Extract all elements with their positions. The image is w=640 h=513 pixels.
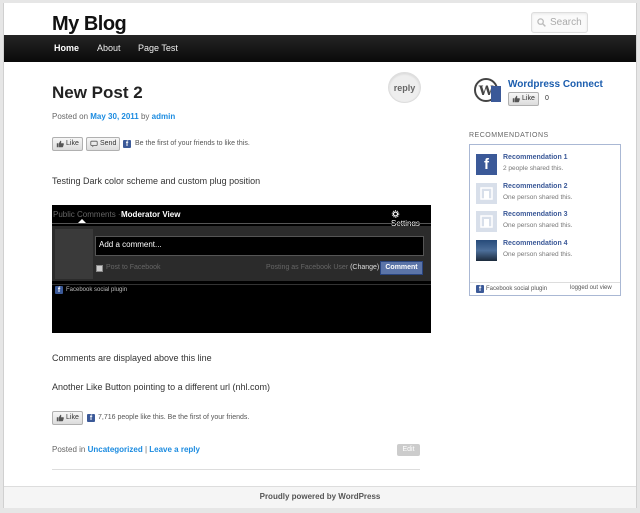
- by-label: by: [140, 112, 150, 121]
- facebook-comments-box: Public Comments · Moderator View Setting…: [52, 205, 431, 333]
- comment-compose-panel: Add a comment... Post to Facebook Postin…: [52, 226, 431, 281]
- change-link[interactable]: (Change): [350, 264, 379, 271]
- recommendation-title[interactable]: Recommendation 2: [503, 183, 568, 190]
- search-input[interactable]: Search: [531, 12, 588, 33]
- like-social-text: Be the first of your friends to like thi…: [135, 140, 250, 147]
- post-title[interactable]: New Post 2: [52, 83, 143, 103]
- facebook-thumb-icon: f: [476, 154, 497, 175]
- thumbs-up-icon: [56, 414, 64, 422]
- page: My Blog Search Home About Page Test New …: [3, 3, 637, 508]
- recommendation-item[interactable]: f Recommendation 1 2 people shared this.: [476, 154, 616, 178]
- site-footer[interactable]: Proudly powered by WordPress: [4, 486, 636, 508]
- recommendation-item[interactable]: Recommendation 4 One person shared this.: [476, 240, 616, 264]
- main-nav: Home About Page Test: [4, 35, 636, 62]
- posting-as-text: Posting as Facebook User (Change): [266, 264, 379, 271]
- gear-icon: [391, 210, 400, 218]
- post-divider: [52, 469, 420, 470]
- wordpress-connect-title[interactable]: Wordpress Connect: [508, 79, 603, 90]
- reply-button[interactable]: reply: [388, 72, 421, 103]
- placeholder-thumb-icon: [476, 211, 497, 232]
- meta-separator: |: [144, 445, 148, 454]
- recommendation-subtext: 2 people shared this.: [503, 165, 564, 172]
- speech-bubble-icon: [90, 140, 98, 148]
- nav-item-home[interactable]: Home: [54, 43, 79, 53]
- search-icon: [537, 18, 546, 27]
- recommendation-subtext: One person shared this.: [503, 222, 573, 229]
- like-button[interactable]: Like: [52, 137, 83, 151]
- recommendation-title[interactable]: Recommendation 3: [503, 211, 568, 218]
- placeholder-thumb-icon: [476, 183, 497, 204]
- recommendations-divider: [470, 282, 620, 283]
- thumbs-up-icon: [512, 95, 520, 103]
- recommendation-subtext: One person shared this.: [503, 194, 573, 201]
- tab-moderator-view[interactable]: Moderator View: [121, 210, 180, 219]
- post-meta: Posted on May 30, 2011 by admin: [52, 112, 175, 121]
- edit-button[interactable]: Edit: [397, 444, 420, 456]
- recommendation-subtext: One person shared this.: [503, 251, 573, 258]
- nav-item-about[interactable]: About: [97, 43, 121, 53]
- after-comments-text: Comments are displayed above this line: [52, 353, 212, 363]
- posted-on-label: Posted on: [52, 112, 89, 121]
- author-link[interactable]: admin: [152, 112, 176, 121]
- facebook-icon: f: [55, 286, 63, 294]
- wp-like-count: 0: [545, 95, 549, 102]
- post-to-facebook-label: Post to Facebook: [106, 264, 161, 271]
- recommendations-heading: RECOMMENDATIONS: [469, 132, 549, 139]
- send-button-label: Send: [100, 140, 117, 147]
- wp-like-label: Like: [522, 95, 535, 102]
- rec-plugin-link[interactable]: f Facebook social plugin: [476, 285, 547, 293]
- nav-item-page-test[interactable]: Page Test: [138, 43, 178, 53]
- city-photo-thumb: [476, 240, 497, 261]
- avatar: [55, 229, 93, 279]
- wordpress-logo-icon: W: [474, 76, 502, 104]
- plugin-divider: [52, 284, 431, 285]
- thumbs-up-icon: [56, 140, 64, 148]
- wp-connect-like-button[interactable]: Like: [508, 92, 539, 106]
- rec-plugin-label: Facebook social plugin: [486, 286, 548, 292]
- like-button-label: Like: [66, 140, 79, 147]
- leave-reply-link[interactable]: Leave a reply: [149, 445, 200, 454]
- category-link[interactable]: Uncategorized: [88, 445, 143, 454]
- post-date-link[interactable]: May 30, 2011: [90, 112, 138, 121]
- recommendation-item[interactable]: Recommendation 2 One person shared this.: [476, 183, 616, 207]
- posted-in-label: Posted in: [52, 445, 86, 454]
- tabs-divider: [52, 223, 431, 224]
- recommendation-item[interactable]: Recommendation 3 One person shared this.: [476, 211, 616, 235]
- logged-out-view-label: logged out view: [570, 285, 612, 291]
- recommendation-title[interactable]: Recommendation 1: [503, 154, 568, 161]
- post-footer-meta: Posted in Uncategorized | Leave a reply: [52, 445, 200, 454]
- plugin-label: Facebook social plugin: [66, 287, 128, 293]
- recommendations-box: f Recommendation 1 2 people shared this.…: [469, 144, 621, 296]
- posting-as-label: Posting as Facebook User: [266, 264, 349, 271]
- like-button-2[interactable]: Like: [52, 411, 83, 425]
- send-button[interactable]: Send: [86, 137, 121, 151]
- another-like-text: Another Like Button pointing to a differ…: [52, 382, 270, 392]
- facebook-icon: f: [87, 414, 95, 422]
- comment-input[interactable]: Add a comment...: [95, 236, 424, 256]
- facebook-social-plugin-link[interactable]: f Facebook social plugin: [55, 286, 127, 294]
- search-placeholder: Search: [550, 17, 582, 28]
- tab-public-comments[interactable]: Public Comments ·: [53, 210, 121, 219]
- like2-social-text: 7,716 people like this. Be the first of …: [98, 414, 250, 421]
- like-button-2-label: Like: [66, 414, 79, 421]
- post-intro-text: Testing Dark color scheme and custom plu…: [52, 176, 261, 186]
- site-title[interactable]: My Blog: [52, 13, 127, 36]
- facebook-icon: f: [476, 285, 484, 293]
- comment-button[interactable]: Comment: [380, 261, 423, 275]
- facebook-icon: f: [123, 140, 131, 148]
- recommendation-title[interactable]: Recommendation 4: [503, 240, 568, 247]
- post-to-facebook-checkbox[interactable]: [96, 265, 103, 272]
